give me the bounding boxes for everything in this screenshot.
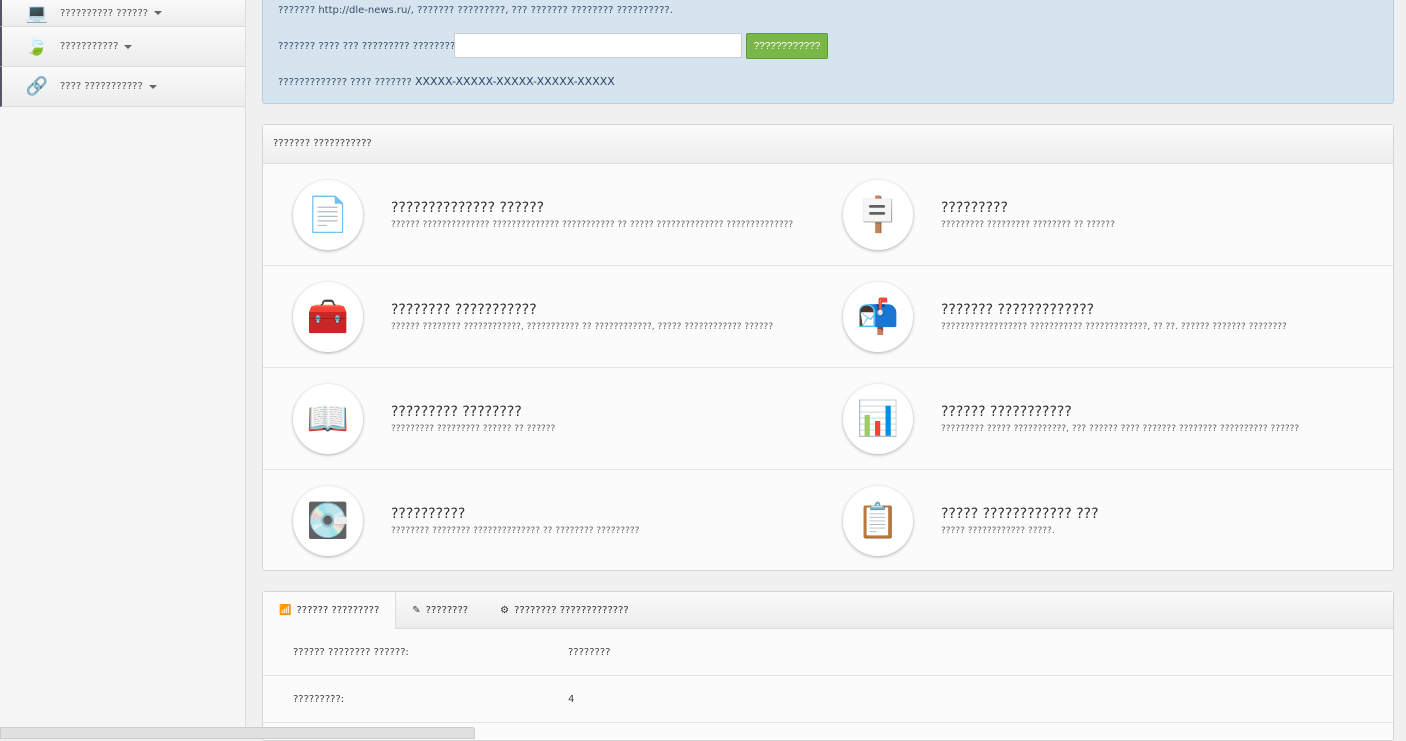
tab-statistics[interactable]: 📶 ?????? ????????? bbox=[263, 592, 397, 629]
disk-icon: 💽 bbox=[293, 486, 363, 556]
license-key: XXXXX-XXXXX-XXXXX-XXXXX-XXXXX bbox=[414, 75, 615, 88]
sidebar-item-templates[interactable]: 🍃??????????? bbox=[0, 27, 245, 67]
quick-link-disk[interactable]: 💽?????????? ???????? ???????? ???????????… bbox=[263, 470, 813, 572]
sidebar-item-label: ?????????? ?????? bbox=[60, 7, 149, 19]
quick-link-desc: ????????? ????????? ?????? ?? ?????? bbox=[391, 423, 556, 434]
license-label: ????????????? ???? ??????? bbox=[278, 77, 412, 88]
row-value: 4 bbox=[568, 693, 575, 705]
row-key: ?????? ???????? ??????: bbox=[293, 646, 409, 658]
billboard-icon: 🪧 bbox=[843, 179, 913, 250]
caret-down-icon bbox=[154, 11, 163, 15]
quick-link-document[interactable]: 📄 ?????????????? ?????? ?????? ???????????… bbox=[263, 164, 813, 266]
tab-server-settings[interactable]: ⚙ ???????? ????????????? bbox=[484, 592, 645, 628]
license-key-input[interactable] bbox=[454, 33, 742, 58]
quick-link-desc: ????????? ????? ???????????, ??? ?????? … bbox=[941, 423, 1300, 434]
quick-link-desc: ?????????????????? ??????????? ?????????… bbox=[941, 321, 1287, 332]
quick-link-desc: ???????? ???????? ?????????????? ?? ????… bbox=[391, 526, 640, 536]
license-info-box: ??????? http://dle-news.ru/, ??????? ???… bbox=[262, 0, 1394, 104]
quick-access-panel: ??????? ??????????? 📄?????????????? ????… bbox=[262, 124, 1394, 571]
quick-link-title: ?????? ??????????? bbox=[941, 403, 1072, 420]
quick-link-title: ????????? bbox=[941, 199, 1008, 216]
tab-label: ???????? ????????????? bbox=[514, 604, 629, 616]
quick-link-title: ?????????????? ?????? bbox=[391, 199, 545, 216]
tab-label: ???????? bbox=[425, 604, 469, 616]
sidebar-item-label: ???? ??????????? bbox=[60, 81, 143, 92]
sidebar-item-system[interactable]: 💻 ?????????? ?????? bbox=[0, 0, 245, 27]
browser-status-bar bbox=[0, 727, 475, 739]
panel-title: ??????? ??????????? bbox=[263, 125, 1393, 164]
mailbox-icon: 📬 bbox=[843, 281, 913, 352]
quick-link-title: ?????????? bbox=[391, 506, 466, 522]
clipboard-icon: 📋 bbox=[843, 486, 913, 556]
quick-link-desc: ????????? ????????? ???????? ?? ?????? bbox=[941, 219, 1115, 230]
row-key: ?????????: bbox=[293, 693, 345, 705]
quick-link-billboard[interactable]: 🪧????????? ????????? ????????? ???????? ?… bbox=[813, 164, 1393, 266]
key-label: ??????? ???? ??? ????????? ????????: bbox=[278, 41, 459, 52]
sidebar-item-links[interactable]: 🔗 ???? ??????????? bbox=[0, 67, 245, 107]
sidebar: 💻 ?????????? ?????? 🍃??????????? 🔗 ???? ??… bbox=[0, 0, 246, 736]
tab-notes[interactable]: ✎???????? bbox=[396, 592, 484, 628]
stats-icon: 📶 bbox=[279, 605, 292, 616]
tab-label: ?????? ????????? bbox=[296, 605, 380, 616]
caret-down-icon bbox=[148, 84, 157, 89]
link-icon: 🔗 bbox=[25, 76, 49, 97]
license-line: ????????????? ???? ??????? XXXXX-XXXXX-X… bbox=[278, 75, 615, 88]
sidebar-item-label: ??????????? bbox=[60, 41, 119, 52]
info-text: ??????? http://dle-news.ru/, ??????? ???… bbox=[278, 5, 673, 16]
quick-link-clipboard[interactable]: 📋 ????? ???????????? ??? ????? ???????????… bbox=[813, 470, 1393, 572]
toolbox-icon: 🧰 bbox=[293, 281, 363, 352]
row-value: ???????? bbox=[568, 646, 611, 658]
quick-link-book[interactable]: 📖 ????????? ???????? ????????? ????????? ?… bbox=[263, 368, 813, 470]
quick-link-mailbox[interactable]: 📬 ??????? ???????????????????????????????… bbox=[813, 266, 1393, 368]
quick-link-desc: ?????? ?????????????? ?????????????? ???… bbox=[391, 219, 794, 230]
quick-link-desc: ????? ???????????? ?????. bbox=[941, 526, 1055, 536]
quick-link-title: ??????? ????????????? bbox=[941, 301, 1095, 318]
document-icon: 📄 bbox=[293, 179, 363, 250]
caret-down-icon bbox=[124, 44, 133, 49]
edit-icon: ✎ bbox=[412, 604, 421, 616]
stats-tabs: 📶?????? ????????? ✎???????? ⚙???????? ??… bbox=[262, 591, 1394, 741]
chart-icon: 📊 bbox=[843, 383, 913, 454]
quick-link-desc: ?????? ???????? ????????????, ??????????… bbox=[391, 321, 774, 332]
table-row: ?????????: 4 bbox=[263, 676, 1393, 723]
activate-button[interactable]: ???????????? bbox=[746, 33, 828, 59]
quick-link-toolbox[interactable]: 🧰 ???????? ??????????? ?????? ???????? ???… bbox=[263, 266, 813, 368]
laptop-icon: 💻 bbox=[25, 2, 49, 24]
gear-icon: ⚙ bbox=[500, 604, 510, 616]
book-icon: 📖 bbox=[293, 383, 363, 454]
quick-link-title: ???????? ??????????? bbox=[391, 301, 537, 318]
table-row: ?????? ???????? ??????:???????? bbox=[263, 629, 1393, 676]
quick-link-title: ????? ???????????? ??? bbox=[941, 506, 1099, 522]
leaf-icon: 🍃 bbox=[25, 36, 49, 57]
quick-link-title: ????????? ???????? bbox=[391, 403, 522, 420]
quick-link-chart[interactable]: 📊 ?????? ??????????? ????????? ????? ?????… bbox=[813, 368, 1393, 470]
